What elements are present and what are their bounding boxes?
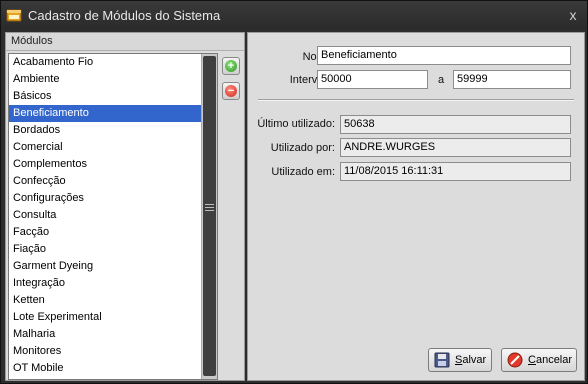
modules-list-items: Acabamento Fio Ambiente Básicos Beneficiame…: [9, 54, 202, 377]
modules-header: Módulos: [6, 33, 244, 51]
list-item[interactable]: Acabamento Fio: [9, 54, 202, 71]
floppy-disk-icon: [434, 352, 450, 368]
list-item[interactable]: Monitores: [9, 343, 202, 360]
list-item[interactable]: Configurações: [9, 190, 202, 207]
app-icon: [6, 9, 22, 22]
list-item[interactable]: Fiação: [9, 241, 202, 258]
intervalo-to-field[interactable]: 59999: [453, 70, 571, 89]
list-item[interactable]: Malharia: [9, 326, 202, 343]
modules-list[interactable]: Acabamento Fio Ambiente Básicos Beneficiame…: [8, 53, 218, 380]
intervalo-from-field[interactable]: 50000: [317, 70, 428, 89]
list-item[interactable]: Básicos: [9, 88, 202, 105]
close-icon[interactable]: x: [565, 7, 581, 23]
list-item[interactable]: Bordados: [9, 122, 202, 139]
utilizado-por-label: Utilizado por:: [270, 142, 335, 154]
list-item[interactable]: Lote Experimental: [9, 309, 202, 326]
remove-module-button[interactable]: −: [222, 82, 240, 100]
list-item[interactable]: Integração: [9, 275, 202, 292]
separator: [258, 99, 574, 101]
utilizado-por-field: ANDRE.WURGES: [340, 138, 571, 157]
list-item[interactable]: Facção: [9, 224, 202, 241]
scroll-grip-icon: [205, 204, 214, 213]
cancel-label: Cancelar: [528, 354, 573, 366]
utilizado-em-field: 11/08/2015 16:11:31: [340, 162, 571, 181]
list-item[interactable]: Consulta: [9, 207, 202, 224]
minus-icon: −: [225, 85, 237, 97]
modules-panel: Módulos Acabamento Fio Ambiente Básicos Ben…: [5, 32, 245, 381]
list-item[interactable]: Garment Dyeing: [9, 258, 202, 275]
list-item[interactable]: Ambiente: [9, 71, 202, 88]
scroll-thumb[interactable]: [203, 56, 216, 376]
intervalo-separator: a: [437, 74, 445, 86]
list-item[interactable]: Complementos: [9, 156, 202, 173]
plus-icon: +: [225, 60, 237, 72]
title-bar[interactable]: Cadastro de Módulos do Sistema x: [1, 1, 587, 30]
details-panel: Nome: Beneficiamento Intervalo: 50000 a …: [247, 32, 585, 381]
list-item[interactable]: Comercial: [9, 139, 202, 156]
add-module-button[interactable]: +: [222, 57, 240, 75]
scrollbar[interactable]: [201, 54, 217, 379]
cancel-icon: [507, 352, 523, 368]
window: Cadastro de Módulos do Sistema x Módulos…: [0, 0, 588, 384]
ultimo-utilizado-field: 50638: [340, 115, 571, 134]
list-item[interactable]: OT Mobile: [9, 360, 202, 377]
window-title: Cadastro de Módulos do Sistema: [28, 8, 221, 23]
ultimo-utilizado-label: Último utilizado:: [257, 118, 335, 130]
nome-field[interactable]: Beneficiamento: [317, 46, 571, 65]
utilizado-em-label: Utilizado em:: [271, 166, 335, 178]
save-button[interactable]: Salvar: [428, 348, 492, 372]
save-label: Salvar: [455, 354, 487, 366]
list-item[interactable]: Beneficiamento: [9, 105, 202, 122]
cancel-button[interactable]: Cancelar: [501, 348, 577, 372]
list-item[interactable]: Ketten: [9, 292, 202, 309]
list-item[interactable]: Confecção: [9, 173, 202, 190]
